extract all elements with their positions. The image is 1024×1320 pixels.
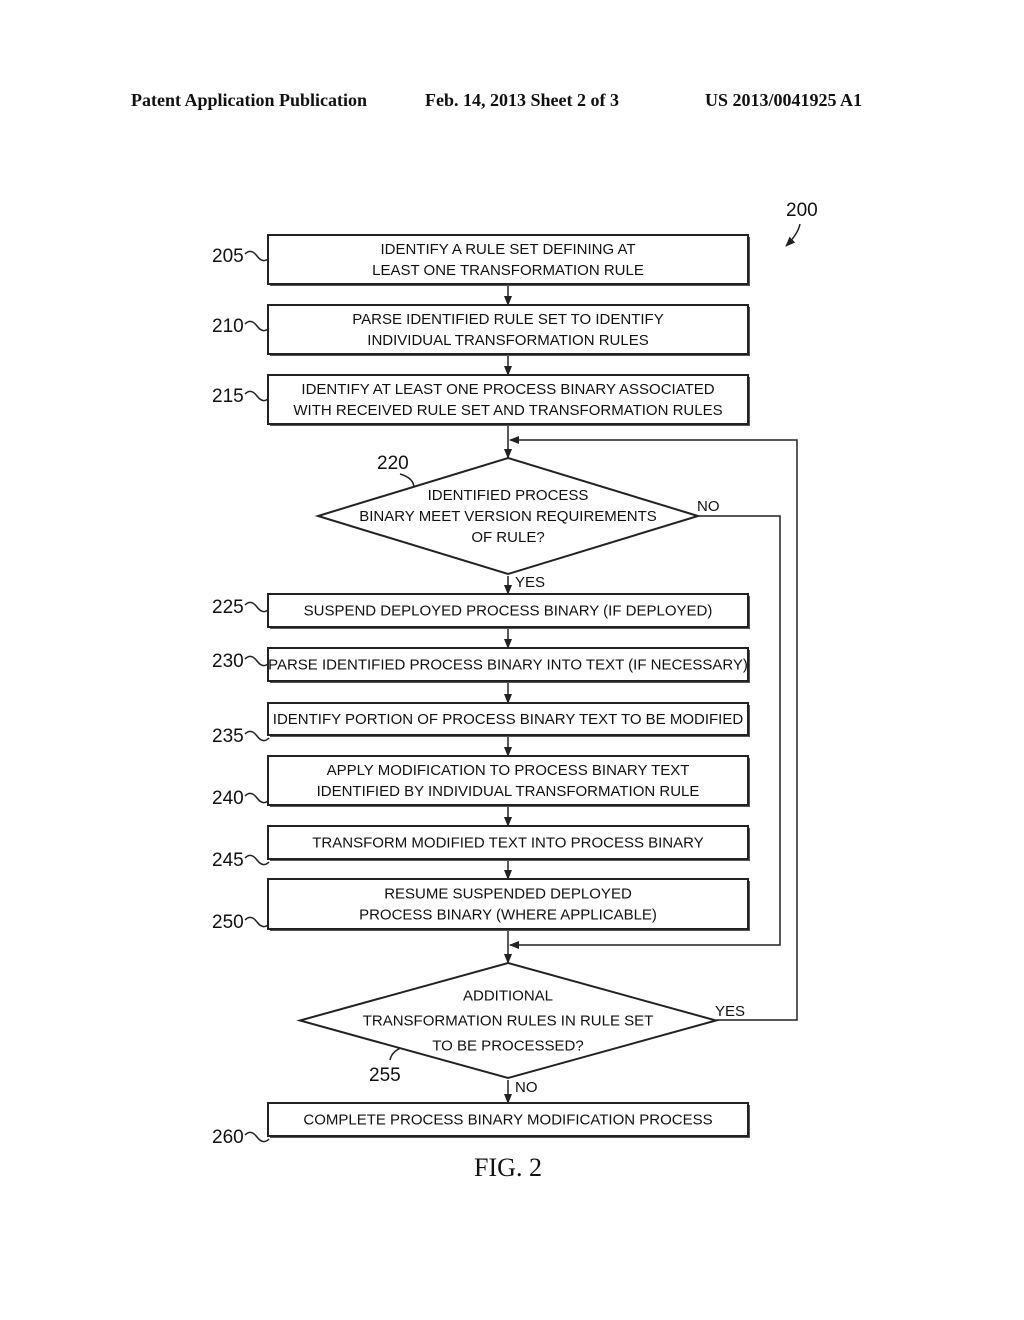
step-text-250: PROCESS BINARY (WHERE APPLICABLE)	[359, 907, 657, 924]
step-text-210: INDIVIDUAL TRANSFORMATION RULES	[367, 332, 648, 349]
leader-line	[244, 655, 270, 667]
leader-line	[244, 730, 270, 742]
decision-text-220: BINARY MEET VERSION REQUIREMENTS	[359, 508, 657, 525]
step-ref-215: 215	[212, 386, 244, 407]
leader-line	[244, 390, 270, 402]
decision-255-yes-label: YES	[715, 1003, 745, 1020]
step-ref-245: 245	[212, 850, 244, 871]
leader-line	[244, 320, 270, 332]
step-ref-235: 235	[212, 726, 244, 747]
step-ref-210: 210	[212, 316, 244, 337]
decision-text-255: ADDITIONAL	[463, 988, 553, 1005]
step-ref-250: 250	[212, 912, 244, 933]
leader-line	[244, 916, 270, 928]
decision-text-255: TO BE PROCESSED?	[432, 1038, 583, 1055]
step-ref-205: 205	[212, 246, 244, 267]
step-text-245: TRANSFORM MODIFIED TEXT INTO PROCESS BIN…	[312, 835, 703, 852]
decision-ref-255: 255	[369, 1065, 401, 1086]
step-text-205: IDENTIFY A RULE SET DEFINING AT	[380, 241, 635, 258]
decision-ref-220: 220	[377, 453, 409, 474]
step-text-225: SUSPEND DEPLOYED PROCESS BINARY (IF DEPL…	[304, 603, 713, 620]
leader-line	[244, 792, 270, 804]
decision-220-no-label: NO	[697, 498, 720, 515]
leader-line	[244, 250, 270, 262]
step-text-215: IDENTIFY AT LEAST ONE PROCESS BINARY ASS…	[301, 381, 714, 398]
step-text-260: COMPLETE PROCESS BINARY MODIFICATION PRO…	[303, 1112, 712, 1129]
step-text-250: RESUME SUSPENDED DEPLOYED	[384, 886, 632, 903]
decision-text-220: IDENTIFIED PROCESS	[428, 487, 589, 504]
step-text-240: APPLY MODIFICATION TO PROCESS BINARY TEX…	[327, 762, 690, 779]
decision-text-255: TRANSFORMATION RULES IN RULE SET	[363, 1013, 654, 1030]
leader-line	[244, 1131, 270, 1143]
figure-caption: FIG. 2	[474, 1153, 542, 1182]
step-ref-230: 230	[212, 651, 244, 672]
flowchart: IDENTIFY A RULE SET DEFINING AT LEAST ONE…	[212, 200, 818, 1182]
step-text-240: IDENTIFIED BY INDIVIDUAL TRANSFORMATION …	[317, 783, 700, 800]
decision-255-no-label: NO	[515, 1079, 538, 1096]
decision-220-yes-label: YES	[515, 574, 545, 591]
step-ref-225: 225	[212, 597, 244, 618]
leader-line	[399, 473, 415, 489]
figure-ref-arrow	[785, 223, 801, 247]
step-text-235: IDENTIFY PORTION OF PROCESS BINARY TEXT …	[273, 711, 744, 728]
leader-line	[244, 854, 270, 866]
step-ref-260: 260	[212, 1127, 244, 1148]
step-text-230: PARSE IDENTIFIED PROCESS BINARY INTO TEX…	[268, 657, 748, 674]
leader-line	[244, 601, 270, 613]
step-text-210: PARSE IDENTIFIED RULE SET TO IDENTIFY	[352, 311, 663, 328]
figure-ref: 200	[786, 200, 818, 221]
step-ref-240: 240	[212, 788, 244, 809]
step-text-205: LEAST ONE TRANSFORMATION RULE	[372, 262, 644, 279]
decision-text-220: OF RULE?	[471, 529, 544, 546]
step-text-215: WITH RECEIVED RULE SET AND TRANSFORMATIO…	[293, 402, 722, 419]
